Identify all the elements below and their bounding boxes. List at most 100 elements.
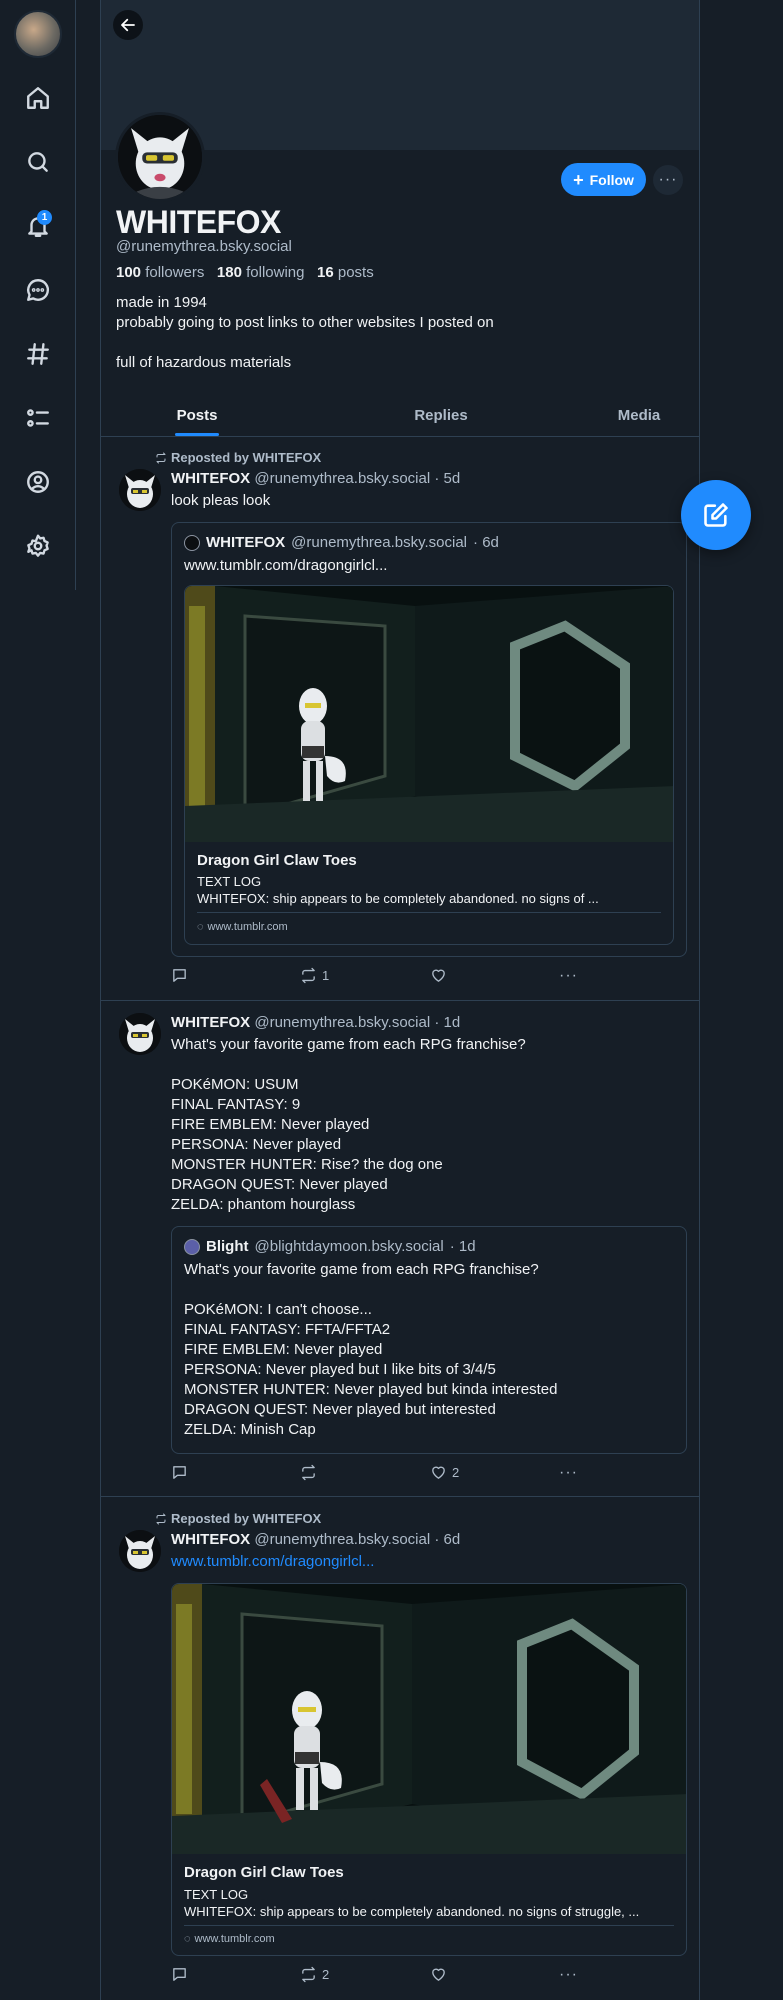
quote-post-card[interactable]: WHITEFOX @runemythrea.bsky.social · 6d w…	[171, 522, 687, 957]
repost-button[interactable]: 2	[300, 1966, 329, 1983]
post-author-avatar[interactable]	[119, 469, 161, 511]
notification-badge: 1	[37, 210, 52, 225]
active-tab-indicator	[175, 433, 219, 436]
link-card-domain: ◌ www.tumblr.com	[184, 1933, 275, 1945]
follow-label: Follow	[589, 171, 634, 188]
reply-button[interactable]	[171, 1464, 193, 1481]
follow-button[interactable]: + Follow	[561, 163, 646, 196]
like-button[interactable]	[430, 1966, 452, 1983]
current-user-avatar[interactable]	[14, 10, 62, 58]
repost-icon	[156, 1513, 166, 1524]
globe-icon: ◌	[184, 1933, 191, 1945]
post-link[interactable]: www.tumblr.com/dragongirlcl...	[171, 1552, 374, 1572]
quote-text: What's your favorite game from each RPG …	[184, 1261, 558, 1438]
post-author-handle[interactable]: @runemythrea.bsky.social	[254, 470, 430, 487]
post-time[interactable]: · 5d	[434, 470, 460, 487]
left-nav: 1	[0, 0, 76, 590]
quote-time: · 6d	[473, 534, 499, 551]
like-button[interactable]: 2	[430, 1464, 459, 1481]
display-name: WHITEFOX	[116, 204, 281, 240]
ellipsis-icon: ···	[559, 1464, 578, 1481]
post-more-button[interactable]: ···	[559, 1966, 578, 1984]
repost-icon	[302, 1966, 315, 1983]
tab-media[interactable]: Media	[579, 393, 699, 437]
settings-icon[interactable]	[18, 526, 58, 566]
heart-icon	[432, 1466, 445, 1479]
profile-avatar[interactable]	[115, 112, 205, 202]
quote-post-card[interactable]: Blight @blightdaymoon.bsky.social · 1d W…	[171, 1226, 687, 1454]
quote-author-handle: @blightdaymoon.bsky.social	[254, 1238, 444, 1255]
post-time[interactable]: · 1d	[434, 1014, 460, 1031]
post-author-handle[interactable]: @runemythrea.bsky.social	[254, 1014, 430, 1031]
link-card-description: TEXT LOG WHITEFOX: ship appears to be co…	[184, 1887, 640, 1919]
feeds-icon[interactable]	[18, 334, 58, 374]
posts-count: 16 posts	[317, 264, 374, 281]
compose-icon	[704, 503, 728, 527]
compose-button[interactable]	[681, 480, 751, 550]
repost-indicator[interactable]: Reposted by WHITEFOX	[155, 450, 321, 465]
post-text: look pleas look	[171, 492, 271, 509]
post-actions: 2 ···	[171, 1966, 591, 1986]
reply-button[interactable]	[171, 967, 193, 984]
quote-author-avatar	[184, 534, 200, 551]
profile-handle: @runemythrea.bsky.social	[116, 238, 292, 255]
link-card[interactable]: Dragon Girl Claw Toes TEXT LOG WHITEFOX:…	[184, 585, 674, 945]
repost-button[interactable]: 1	[300, 967, 329, 984]
post-actions: 2 ···	[171, 1464, 591, 1484]
quote-author-avatar	[184, 1238, 200, 1255]
post-author-handle[interactable]: @runemythrea.bsky.social	[254, 1531, 430, 1548]
profile-column: + Follow ··· WHITEFOX @runemythrea.bsky.…	[100, 0, 700, 2000]
plus-icon: +	[573, 169, 584, 190]
post-meta: WHITEFOX @runemythrea.bsky.social · 5d	[171, 470, 460, 487]
link-card-domain: ◌ www.tumblr.com	[197, 921, 288, 933]
following-link[interactable]: 180 following	[217, 264, 305, 281]
lists-icon[interactable]	[18, 398, 58, 438]
post-author-name[interactable]: WHITEFOX	[171, 1531, 250, 1548]
globe-icon: ◌	[197, 921, 204, 933]
chat-icon[interactable]	[18, 270, 58, 310]
home-icon[interactable]	[18, 78, 58, 118]
tab-replies[interactable]: Replies	[381, 393, 501, 437]
post-author-avatar[interactable]	[119, 1013, 161, 1055]
more-options-button[interactable]: ···	[653, 165, 683, 195]
tab-posts[interactable]: Posts	[137, 393, 257, 437]
profile-icon[interactable]	[18, 462, 58, 502]
repost-indicator[interactable]: Reposted by WHITEFOX	[155, 1511, 321, 1526]
reply-button[interactable]	[171, 1966, 193, 1983]
quote-text: www.tumblr.com/dragongirlcl...	[184, 557, 388, 574]
post-author-name[interactable]: WHITEFOX	[171, 470, 250, 487]
like-button[interactable]	[430, 967, 452, 984]
profile-tabs: Posts Replies Media	[101, 393, 699, 437]
repost-icon	[302, 967, 315, 984]
search-icon[interactable]	[18, 142, 58, 182]
link-card-divider	[184, 1925, 674, 1926]
link-card[interactable]: Dragon Girl Claw Toes TEXT LOG WHITEFOX:…	[171, 1583, 687, 1956]
profile-bio: made in 1994 probably going to post link…	[116, 294, 494, 371]
quote-author-name: Blight	[206, 1238, 249, 1255]
post-more-button[interactable]: ···	[559, 967, 578, 985]
notifications-icon[interactable]: 1	[18, 206, 58, 246]
heart-icon	[432, 1968, 445, 1981]
repost-icon	[156, 452, 166, 463]
quote-meta: Blight @blightdaymoon.bsky.social · 1d	[184, 1238, 476, 1255]
quote-author-handle: @runemythrea.bsky.social	[291, 534, 468, 551]
link-card-title: Dragon Girl Claw Toes	[197, 852, 357, 869]
ellipsis-icon: ···	[559, 1966, 578, 1983]
post-author-name[interactable]: WHITEFOX	[171, 1014, 250, 1031]
link-card-image	[185, 586, 673, 842]
back-button[interactable]	[113, 10, 143, 40]
profile-stats: 100 followers 180 following 16 posts	[116, 264, 374, 281]
followers-link[interactable]: 100 followers	[116, 264, 204, 281]
ellipsis-icon: ···	[559, 967, 578, 984]
post-more-button[interactable]: ···	[559, 1464, 578, 1482]
post-separator	[101, 1000, 699, 1001]
repost-button[interactable]	[300, 1464, 322, 1481]
heart-icon	[432, 969, 445, 982]
link-card-divider	[197, 912, 661, 913]
post-meta: WHITEFOX @runemythrea.bsky.social · 1d	[171, 1014, 460, 1031]
post-time[interactable]: · 6d	[434, 1531, 460, 1548]
post-meta: WHITEFOX @runemythrea.bsky.social · 6d	[171, 1531, 460, 1548]
post-author-avatar[interactable]	[119, 1530, 161, 1572]
reply-icon	[173, 1466, 186, 1479]
post-text: What's your favorite game from each RPG …	[171, 1036, 526, 1213]
